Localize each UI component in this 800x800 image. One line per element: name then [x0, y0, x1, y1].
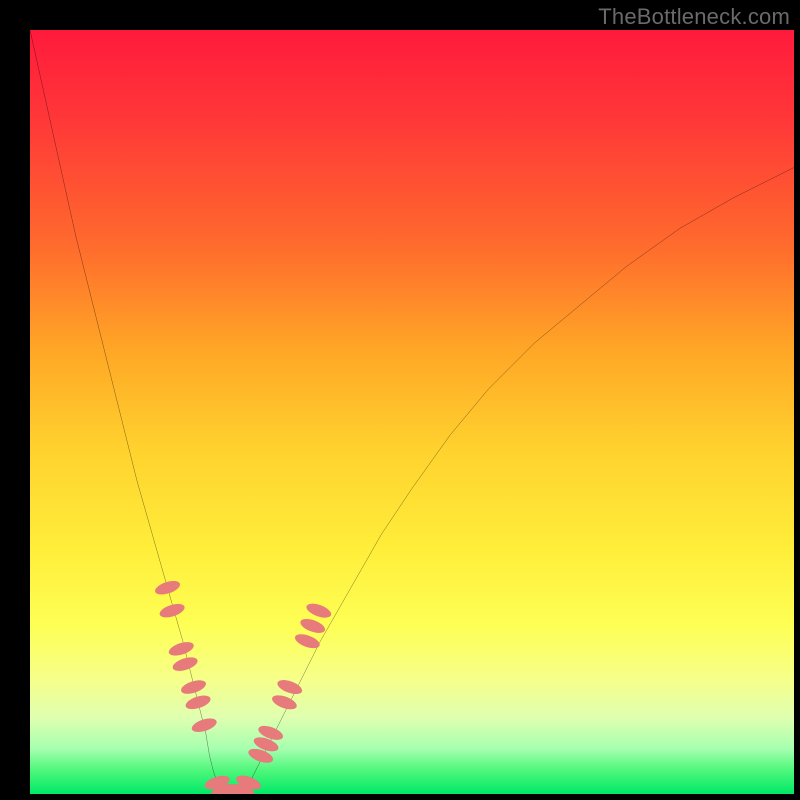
watermark-text: TheBottleneck.com	[598, 4, 790, 30]
chart-stage: TheBottleneck.com	[0, 0, 800, 800]
gradient-plot-background	[30, 30, 794, 794]
